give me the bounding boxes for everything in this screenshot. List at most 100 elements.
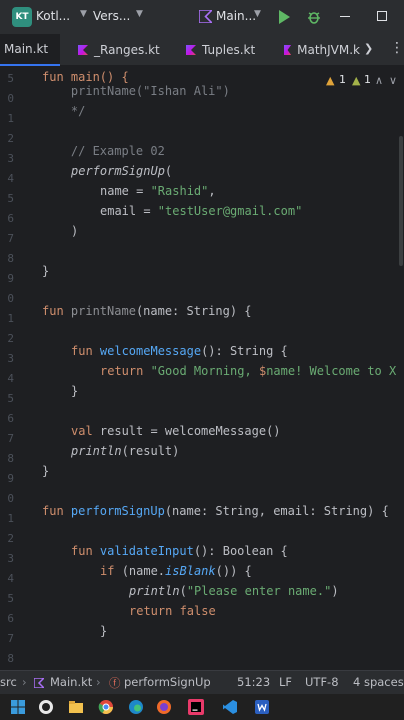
editor-scrollbar[interactable]	[399, 136, 403, 266]
word-icon[interactable]	[254, 699, 270, 715]
project-name[interactable]: Kotl...	[36, 9, 70, 23]
chevron-down-icon[interactable]: ▼	[80, 9, 87, 19]
chevron-down-icon[interactable]: ∨	[389, 74, 397, 87]
code-text: val	[71, 424, 100, 438]
code-text: printName("Ishan Ali")	[42, 84, 230, 98]
code-text: performSignUp	[70, 504, 165, 518]
code-text: fun main() {	[42, 70, 129, 84]
widgets-icon[interactable]	[38, 699, 54, 715]
tab-mathjvm-kt[interactable]: MathJVM.k	[284, 34, 360, 66]
line-number: 8	[7, 252, 14, 265]
line-number: 4	[7, 372, 14, 385]
status-bar: src › Main.kt › ⓕ performSignUp 51:23 LF…	[0, 670, 404, 694]
breadcrumb-symbol[interactable]: performSignUp	[124, 675, 211, 689]
code-text: (name: String, email: String) {	[164, 504, 389, 518]
code-line[interactable]: */	[42, 104, 85, 118]
warning-icon[interactable]: ▲	[326, 74, 334, 87]
project-badge[interactable]: KT	[12, 7, 32, 27]
breadcrumb-file[interactable]: Main.kt	[50, 675, 92, 689]
more-vertical-icon[interactable]: ⋮	[390, 40, 404, 56]
code-line[interactable]: performSignUp(	[71, 164, 172, 178]
code-line[interactable]: }	[42, 464, 49, 478]
code-text: return	[129, 604, 180, 618]
code-line[interactable]: return "Good Morning, $name! Welcome to …	[100, 364, 396, 378]
minimize-icon[interactable]	[340, 16, 350, 17]
code-line[interactable]: }	[71, 384, 78, 398]
intellij-icon[interactable]	[188, 699, 204, 715]
file-explorer-icon[interactable]	[68, 699, 84, 715]
debug-icon[interactable]	[306, 9, 322, 25]
code-line[interactable]: val result = welcomeMessage()	[71, 424, 281, 438]
line-number: 7	[7, 632, 14, 645]
code-line[interactable]: fun validateInput(): Boolean {	[71, 544, 288, 558]
tab-ranges-kt[interactable]: _Ranges.kt	[78, 34, 188, 66]
line-separator[interactable]: LF	[279, 675, 292, 689]
code-text: (	[164, 164, 173, 178]
tab-main-kt[interactable]: Main.kt	[0, 34, 60, 66]
code-line[interactable]: if (name.isBlank()) {	[100, 564, 252, 578]
warning-count[interactable]: 1	[339, 73, 346, 86]
code-line[interactable]: }	[100, 624, 107, 638]
code-text: println	[129, 584, 180, 598]
code-line[interactable]: printName("Ishan Ali")	[42, 84, 230, 98]
code-editor[interactable]: ▲ 1 ▲ 1 ∧ ∨ 5 0 1 2 3 4 5 6 7 8 9 0 1 2 3 4 5 6 7 8 9 0 1 2 3 4 5 6…	[0, 66, 404, 666]
line-number: 2	[7, 132, 14, 145]
code-text: "testUser@gmail.com"	[157, 204, 303, 218]
file-encoding[interactable]: UTF-8	[305, 675, 339, 689]
code-text: isBlank	[165, 564, 216, 578]
editor-tab-bar: Main.kt _Ranges.kt Tuples.kt MathJVM.k ❯…	[0, 34, 404, 66]
code-line[interactable]: fun welcomeMessage(): String {	[71, 344, 288, 358]
line-number: 5	[7, 592, 14, 605]
code-line[interactable]: fun performSignUp(name: String, email: S…	[42, 504, 389, 518]
edge-icon[interactable]	[128, 699, 144, 715]
code-text: (): Boolean {	[193, 544, 288, 558]
tab-tuples-kt[interactable]: Tuples.kt	[186, 34, 276, 66]
firefox-icon[interactable]	[156, 699, 172, 715]
line-number: 6	[7, 412, 14, 425]
chevron-down-icon[interactable]: ❯	[364, 42, 373, 55]
code-text: name =	[100, 184, 151, 198]
line-number: 0	[7, 492, 14, 505]
line-number: 2	[7, 332, 14, 345]
code-text: fun	[71, 544, 100, 558]
line-number: 7	[7, 232, 14, 245]
tab-label: _Ranges.kt	[94, 43, 160, 57]
vscode-icon[interactable]	[222, 699, 238, 715]
code-line[interactable]: }	[42, 264, 49, 278]
code-line[interactable]: )	[71, 224, 78, 238]
breadcrumb-src[interactable]: src	[0, 675, 17, 689]
run-config-selector[interactable]: Main...	[216, 9, 256, 23]
chevron-down-icon[interactable]: ▼	[136, 9, 143, 19]
code-text: (): String {	[201, 344, 288, 358]
code-text: println	[71, 444, 122, 458]
windows-start-icon[interactable]	[10, 699, 26, 715]
code-line[interactable]: name = "Rashid",	[100, 184, 216, 198]
line-number: 7	[7, 432, 14, 445]
line-number: 8	[7, 652, 14, 665]
weak-warning-icon[interactable]: ▲	[352, 74, 360, 87]
run-icon[interactable]	[279, 10, 290, 24]
code-text: printName	[70, 304, 136, 318]
code-line[interactable]: // Example 02	[42, 144, 165, 158]
weak-warning-count[interactable]: 1	[364, 73, 371, 86]
caret-position[interactable]: 51:23	[237, 675, 270, 689]
code-line[interactable]: email = "testUser@gmail.com"	[100, 204, 302, 218]
vcs-widget[interactable]: Vers...	[93, 9, 130, 23]
code-text: fun	[42, 504, 71, 518]
code-text: result = welcomeMessage()	[99, 424, 281, 438]
code-text: // Example 02	[42, 144, 165, 158]
indent-setting[interactable]: 4 spaces	[353, 675, 404, 689]
chevron-down-icon[interactable]: ▼	[254, 9, 261, 19]
code-line[interactable]: fun printName(name: String) {	[42, 304, 252, 318]
code-line[interactable]: println("Please enter name.")	[129, 584, 339, 598]
chevron-up-icon[interactable]: ∧	[375, 74, 383, 87]
code-line[interactable]: fun main() {	[42, 70, 129, 84]
code-line[interactable]: println(result)	[71, 444, 179, 458]
chrome-icon[interactable]	[98, 699, 114, 715]
maximize-icon[interactable]	[377, 11, 387, 21]
tab-label: MathJVM.k	[297, 43, 360, 57]
line-number: 5	[7, 392, 14, 405]
code-text: (result)	[121, 444, 180, 458]
code-text: fun	[42, 304, 71, 318]
code-line[interactable]: return false	[129, 604, 216, 618]
